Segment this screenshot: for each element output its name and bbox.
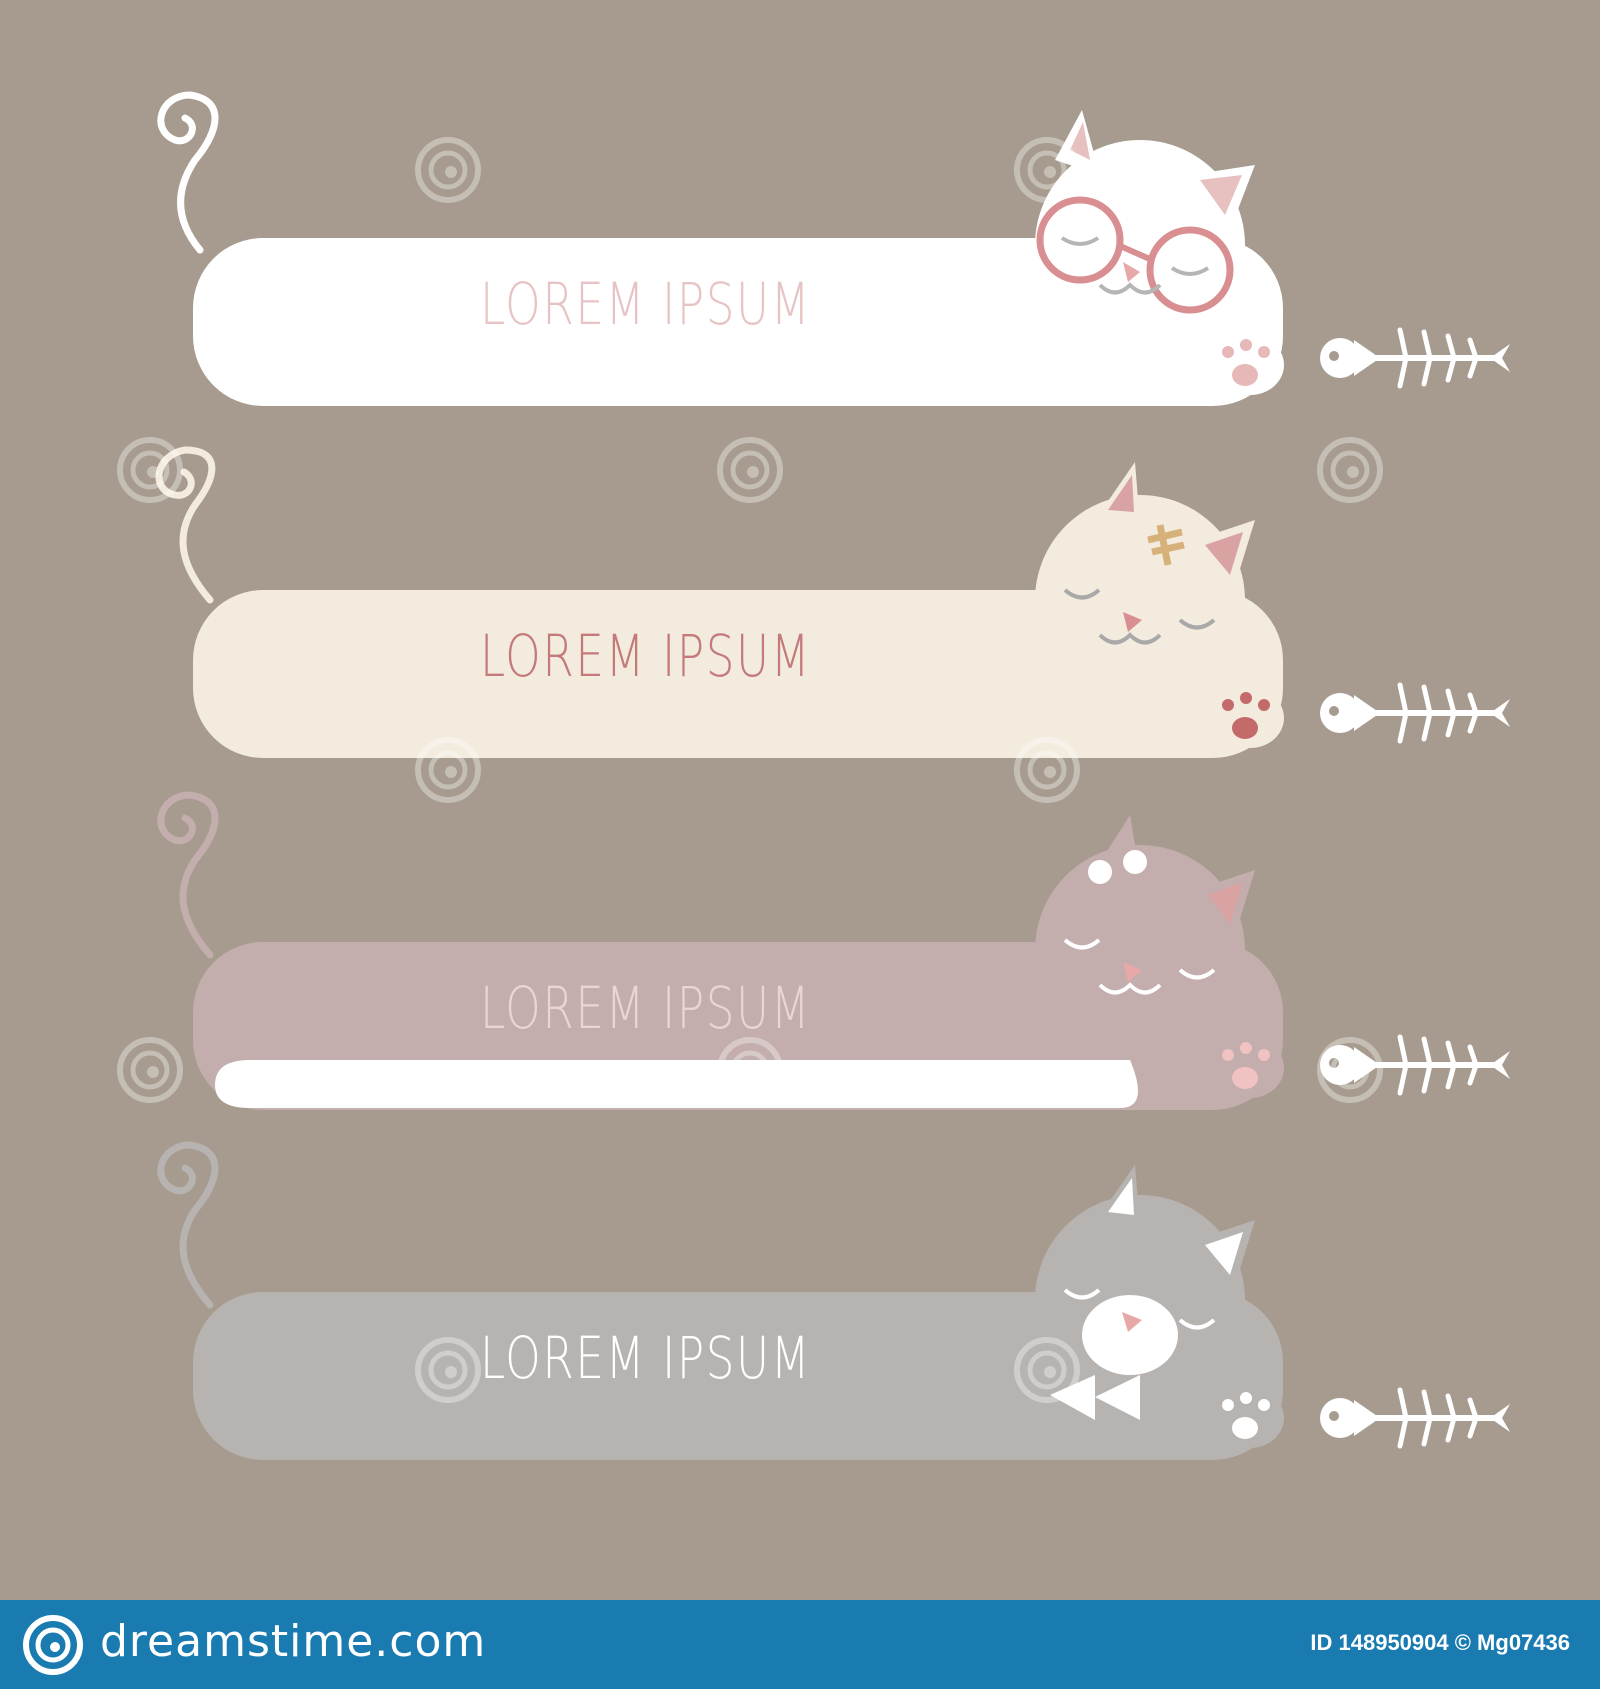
fish-bone-icon — [1320, 1390, 1510, 1446]
banner-2 — [155, 446, 1510, 758]
banner-4-label: LOREM IPSUM — [480, 1324, 812, 1392]
paw-icon — [1216, 335, 1284, 395]
banner-3 — [157, 791, 1510, 1110]
dreamstime-logo-icon — [23, 1615, 83, 1675]
fish-bone-icon — [1320, 685, 1510, 741]
footer-brand: dreamstime.com — [100, 1616, 487, 1667]
spiral-tail-icon — [157, 791, 219, 959]
spiral-tail-icon — [157, 1141, 219, 1309]
paw-icon — [1216, 1388, 1284, 1448]
stock-footer-bar: dreamstime.com ID 148950904 © Mg07436 — [0, 1600, 1600, 1689]
spiral-tail-icon — [157, 91, 219, 254]
paw-icon — [1216, 688, 1284, 748]
banner-4 — [157, 1141, 1510, 1460]
banner-2-label: LOREM IPSUM — [480, 622, 812, 690]
banner-3-stripe — [215, 1060, 1138, 1108]
footer-image-id: ID 148950904 © Mg07436 — [1310, 1630, 1570, 1655]
paw-icon — [1216, 1038, 1284, 1098]
banner-3-label: LOREM IPSUM — [480, 974, 812, 1042]
cat-banners-illustration: LOREM IPSUM LOREM IPSUM LOREM IPSUM LORE… — [0, 0, 1600, 1600]
banner-1-label: LOREM IPSUM — [480, 270, 812, 338]
banner-1 — [157, 91, 1510, 406]
fish-bone-icon — [1320, 330, 1510, 386]
